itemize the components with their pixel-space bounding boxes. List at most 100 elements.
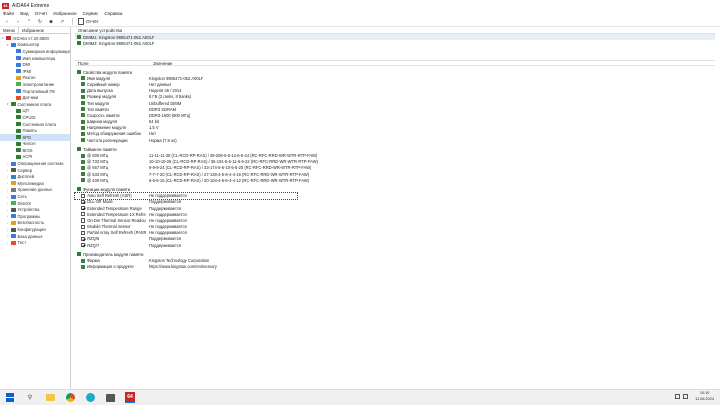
tree-item[interactable]: › Сеть bbox=[0, 193, 70, 200]
value-cell: Unbuffered DIMM bbox=[149, 100, 182, 106]
tree-item[interactable]: Электропитание bbox=[0, 81, 70, 88]
search-icon[interactable]: ⚲ bbox=[25, 393, 35, 403]
expand-icon[interactable]: › bbox=[7, 221, 10, 225]
column-field[interactable]: Поле bbox=[75, 61, 150, 66]
tree-item[interactable]: › Сервер bbox=[0, 167, 70, 174]
table-row[interactable]: Информация о продукте https://www.kingsto… bbox=[75, 264, 715, 270]
user-icon[interactable]: ☻ bbox=[47, 18, 55, 25]
up-icon[interactable]: ⌃ bbox=[25, 18, 33, 25]
tree-item[interactable]: Системная плата bbox=[0, 121, 70, 128]
expand-icon[interactable]: › bbox=[7, 208, 10, 212]
menu-item[interactable]: Файл bbox=[3, 11, 14, 16]
tree-node-icon bbox=[11, 187, 16, 192]
tree-item[interactable]: Разгон bbox=[0, 75, 70, 82]
tree-item[interactable]: › Мультимедиа bbox=[0, 180, 70, 187]
collapse-icon[interactable]: ▾ bbox=[7, 43, 10, 47]
tab-favorites[interactable]: Избранное bbox=[19, 27, 47, 33]
tree-item[interactable]: › Дисплей bbox=[0, 173, 70, 180]
file-explorer-icon[interactable] bbox=[45, 393, 55, 403]
tree-item[interactable]: SPD bbox=[0, 133, 70, 141]
table-row[interactable]: Частота регенерации Норма (7.8 us) bbox=[75, 137, 715, 143]
tree-item[interactable]: Портативный ПК bbox=[0, 88, 70, 95]
menu-item[interactable]: Избранное bbox=[53, 11, 76, 16]
tree-item[interactable]: › Программы bbox=[0, 213, 70, 220]
expand-icon[interactable]: › bbox=[7, 241, 10, 245]
tree-item[interactable]: Имя компьютера bbox=[0, 55, 70, 62]
field-label: Extended Temperature 1X Refresh Rate bbox=[87, 211, 146, 217]
tree-item[interactable]: ▾ Компьютер bbox=[0, 42, 70, 49]
table-row[interactable]: RZQ/7 Поддерживается bbox=[75, 242, 715, 248]
tree-item[interactable]: DMI bbox=[0, 61, 70, 68]
tree-item[interactable]: IPMI bbox=[0, 68, 70, 75]
tree-item-label: DirectX bbox=[17, 200, 32, 206]
volume-icon[interactable] bbox=[683, 394, 688, 399]
tree-item[interactable]: Память bbox=[0, 127, 70, 134]
tree-item[interactable]: › Безопасность bbox=[0, 220, 70, 227]
table-row[interactable]: @ 400 МГц 6-6-6-15 (CL-RCD-RP-RAS) / 20-1… bbox=[75, 177, 715, 183]
collapse-icon[interactable]: ▾ bbox=[2, 36, 5, 40]
refresh-icon[interactable]: ↻ bbox=[36, 18, 44, 25]
checkbox-icon bbox=[81, 218, 86, 223]
forward-icon[interactable]: › bbox=[14, 18, 22, 25]
field-cell: Тип модуля bbox=[75, 101, 146, 106]
tree-item[interactable]: ACPI bbox=[0, 154, 70, 161]
tree-node-icon bbox=[16, 154, 21, 159]
aida64-taskbar-button[interactable]: 64 bbox=[125, 392, 135, 403]
tab-menu[interactable]: Меню bbox=[0, 27, 19, 33]
expand-icon[interactable]: › bbox=[7, 181, 10, 185]
value-cell: Нет bbox=[149, 131, 156, 137]
field-cell: Extended Temperature 1X Refresh Rate bbox=[75, 212, 146, 217]
expand-icon[interactable]: › bbox=[7, 214, 10, 218]
expand-icon[interactable]: › bbox=[7, 168, 10, 172]
tree-item[interactable]: CPUID bbox=[0, 114, 70, 121]
value-cell: 10-10-10-26 (CL-RCD-RP-RAS) / 36-191-5-6… bbox=[149, 159, 318, 165]
column-value[interactable]: Значение bbox=[150, 61, 172, 66]
tree-item[interactable]: › Конфигурация bbox=[0, 226, 70, 233]
expand-icon[interactable]: › bbox=[7, 162, 10, 166]
menu-item[interactable]: Сервис bbox=[83, 11, 99, 16]
tree-item[interactable]: › База данных bbox=[0, 233, 70, 240]
menu-item[interactable]: Отчёт bbox=[35, 11, 48, 16]
tree-item[interactable]: ▾ Системная плата bbox=[0, 101, 70, 108]
start-button[interactable] bbox=[5, 393, 15, 403]
expand-icon[interactable]: › bbox=[7, 188, 10, 192]
network-icon[interactable] bbox=[675, 394, 680, 399]
expand-icon[interactable]: › bbox=[7, 201, 10, 205]
chrome-icon[interactable] bbox=[65, 393, 75, 403]
tree-item[interactable]: ▾ AIDA64 v7.20.6800 bbox=[0, 35, 70, 42]
tree-item[interactable]: › Хранение данных bbox=[0, 187, 70, 194]
chart-icon[interactable]: ↗ bbox=[58, 18, 66, 25]
menu-item[interactable]: Вид bbox=[20, 11, 28, 16]
back-icon[interactable]: ‹ bbox=[3, 18, 11, 25]
tree-item[interactable]: › DirectX bbox=[0, 200, 70, 207]
section-icon bbox=[77, 70, 81, 75]
checkbox-icon bbox=[81, 224, 86, 229]
value-cell: 6-6-6-15 (CL-RCD-RP-RAS) / 20-104-4-6-6-… bbox=[149, 177, 310, 183]
tree-item-label: Память bbox=[22, 128, 38, 134]
menu-item[interactable]: Справка bbox=[104, 11, 122, 16]
tree-node-icon bbox=[16, 82, 21, 87]
device-row[interactable]: DIMM3: Kingston 9905471-052.A00LF bbox=[75, 40, 715, 46]
store-icon[interactable] bbox=[105, 393, 115, 403]
tree-item[interactable]: Суммарная информация bbox=[0, 48, 70, 55]
report-button[interactable]: Отчёт bbox=[78, 18, 99, 25]
value-cell: DDR3-1600 (800 МГц) bbox=[149, 112, 191, 118]
expand-icon[interactable]: › bbox=[7, 234, 10, 238]
expand-icon[interactable]: › bbox=[7, 195, 10, 199]
value-link[interactable]: https://www.kingston.com/en/memory bbox=[146, 264, 217, 269]
tree-item[interactable]: ЦП bbox=[0, 108, 70, 115]
tree-item[interactable]: › Операционная система bbox=[0, 160, 70, 167]
tree-node-icon bbox=[11, 207, 16, 212]
tree-item[interactable]: Чипсет bbox=[0, 141, 70, 148]
tree-item[interactable]: › Тест bbox=[0, 239, 70, 246]
clock[interactable]: 10:10 11.06.2024 bbox=[695, 391, 714, 402]
expand-icon[interactable]: › bbox=[7, 175, 10, 179]
expand-icon[interactable]: › bbox=[7, 228, 10, 232]
field-cell: Фирма bbox=[75, 258, 146, 263]
tree-item[interactable]: BIOS bbox=[0, 147, 70, 154]
tree-item[interactable]: Датчики bbox=[0, 94, 70, 101]
edge-icon[interactable] bbox=[85, 393, 95, 403]
collapse-icon[interactable]: ▾ bbox=[7, 102, 10, 106]
tree-item[interactable]: › Устройства bbox=[0, 206, 70, 213]
field-icon bbox=[81, 113, 85, 118]
